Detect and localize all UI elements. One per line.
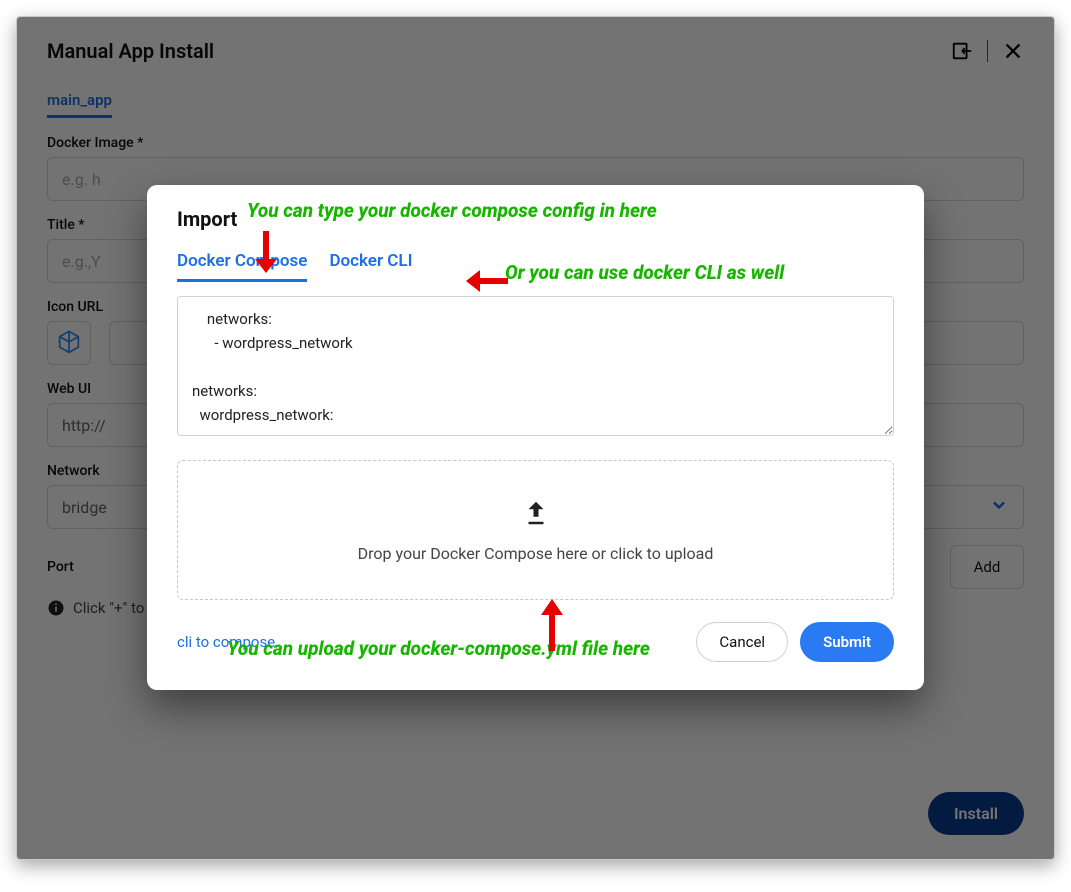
upload-icon — [521, 498, 551, 532]
cancel-button[interactable]: Cancel — [696, 622, 788, 662]
red-arrow-left-icon — [464, 268, 508, 298]
tab-docker-compose[interactable]: Docker Compose — [177, 247, 307, 282]
red-arrow-up-icon — [537, 595, 567, 655]
submit-button[interactable]: Submit — [800, 622, 894, 662]
import-tabs: Docker Compose Docker CLI — [177, 247, 894, 282]
tab-docker-cli[interactable]: Docker CLI — [329, 247, 412, 282]
window: Manual App Install main_app Docker Image… — [16, 16, 1055, 860]
red-arrow-down-icon — [251, 231, 281, 279]
compose-textarea[interactable] — [177, 296, 894, 436]
dropzone-text: Drop your Docker Compose here or click t… — [358, 544, 714, 563]
upload-dropzone[interactable]: Drop your Docker Compose here or click t… — [177, 460, 894, 600]
cli-to-compose-link[interactable]: cli to compose — [177, 633, 275, 651]
import-title: Import — [177, 207, 894, 231]
